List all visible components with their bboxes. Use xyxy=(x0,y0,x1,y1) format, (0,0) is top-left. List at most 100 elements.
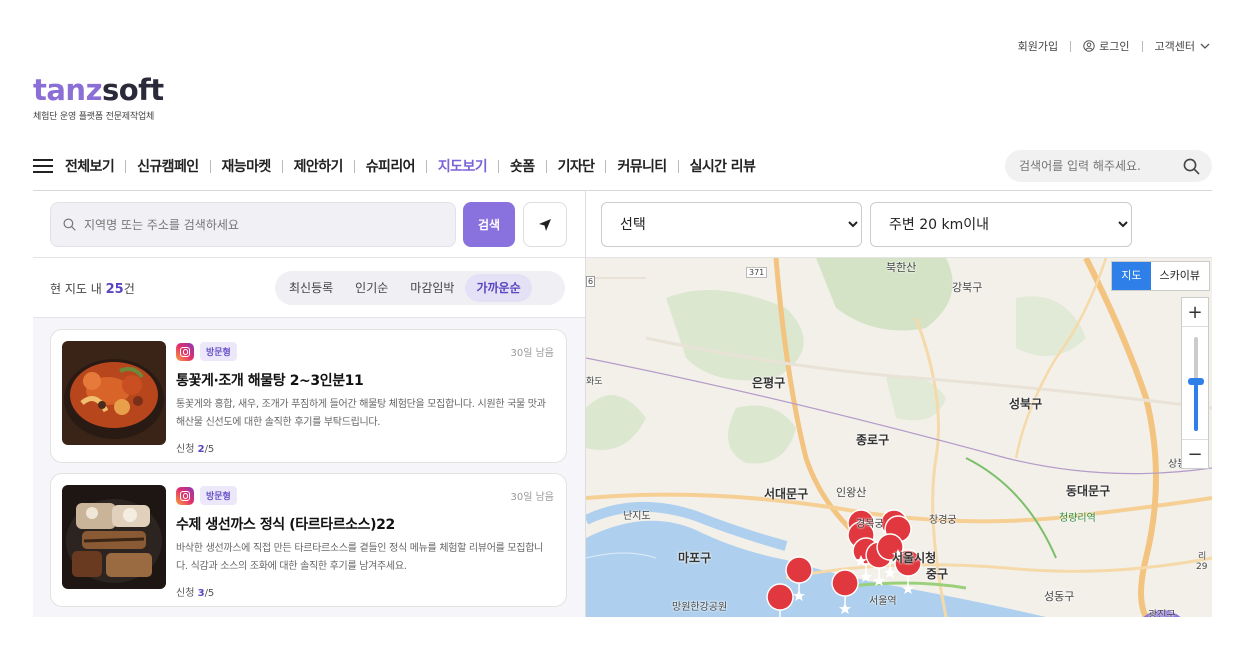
map-label: 서대문구 xyxy=(764,487,809,501)
campaign-list: 현 지도 내 25건 최신등록 인기순 마감임박 가까운순 방문형 30일 남음… xyxy=(33,258,585,617)
zoom-slider[interactable] xyxy=(1182,326,1208,440)
apply-label: 신청 xyxy=(176,588,195,599)
map-view[interactable]: 북한산 강북구 371 6 화도 은평구 성북구 종로구 서대문구 인왕산 동대… xyxy=(586,258,1212,617)
nav-menu: 전체보기 신규캠페인 재능마켓 제안하기 슈피리어 지도보기 숏폼 기자단 커뮤니티 실시간 리뷰 xyxy=(65,150,756,182)
nav-item[interactable]: 재능마켓 xyxy=(222,156,272,176)
login-link[interactable]: 로그인 xyxy=(1083,38,1130,54)
list-toolbar: 현 지도 내 25건 최신등록 인기순 마감임박 가까운순 xyxy=(33,258,585,318)
campaign-description: 통꽃게와 홍합, 새우, 조개가 푸짐하게 들어간 해물탕 체험단을 모집합니다… xyxy=(176,399,546,428)
current-location-button[interactable] xyxy=(523,202,567,247)
nav-divider xyxy=(209,159,211,173)
logo-part1: tanz xyxy=(33,73,102,107)
campaign-thumbnail xyxy=(62,341,166,445)
logo-tagline: 체험단 운영 플랫폼 전문제작업체 xyxy=(33,112,155,122)
map-label: 성북구 xyxy=(1009,397,1043,411)
instagram-icon xyxy=(176,486,194,505)
hamburger-menu-icon[interactable] xyxy=(33,159,53,173)
login-label: 로그인 xyxy=(1099,40,1130,53)
zoom-slider-handle[interactable] xyxy=(1188,378,1204,385)
support-label: 고객센터 xyxy=(1154,40,1195,53)
campaign-card[interactable]: 방문형 30일 남음 통꽃게·조개 해물탕 2~3인분11 통꽃게와 홍합, 새… xyxy=(50,329,567,463)
navigation-arrow-icon xyxy=(539,218,551,231)
search-icon[interactable] xyxy=(1183,158,1200,175)
nav-divider xyxy=(545,159,547,173)
location-search-box xyxy=(50,202,456,247)
signup-link[interactable]: 회원가입 xyxy=(1018,38,1058,54)
campaign-title[interactable]: 수제 생선까스 정식 (타르타르소스)22 xyxy=(176,514,554,534)
campaign-type-badge: 방문형 xyxy=(200,342,237,361)
map-label: 강북구 xyxy=(952,281,983,294)
nav-item[interactable]: 슈피리어 xyxy=(366,156,416,176)
location-search-input[interactable] xyxy=(84,217,424,232)
location-search-row: 검색 xyxy=(33,191,585,258)
campaign-info: 방문형 30일 남음 통꽃게·조개 해물탕 2~3인분11 통꽃게와 홍합, 새… xyxy=(176,342,554,455)
nav-item[interactable]: 커뮤니티 xyxy=(617,156,667,176)
campaign-thumbnail xyxy=(62,485,166,589)
total-count: /5 xyxy=(204,444,215,455)
global-search-input[interactable] xyxy=(1019,159,1169,173)
nav-divider xyxy=(677,159,679,173)
list-panel: 검색 현 지도 내 25건 최신등록인기순마감임박가까운순 xyxy=(33,191,586,617)
nav-item[interactable]: 기자단 xyxy=(558,156,595,176)
map-label: 은평구 xyxy=(752,376,786,390)
zoom-out-button[interactable]: − xyxy=(1182,440,1208,468)
map-label: 난지도 xyxy=(623,511,651,522)
campaign-info: 방문형 30일 남음 수제 생선까스 정식 (타르타르소스)22 바삭한 생선까… xyxy=(176,486,554,599)
map-label: 화도 xyxy=(586,377,603,387)
global-search xyxy=(1005,150,1212,182)
map-label: 서울시청 xyxy=(892,551,937,565)
map-label: 창경궁 xyxy=(929,515,957,526)
map-type-map[interactable]: 지도 xyxy=(1112,262,1151,290)
map-label: 인왕산 xyxy=(836,486,867,499)
nav-divider xyxy=(353,159,355,173)
map-type-toggle: 지도 스카이뷰 xyxy=(1111,261,1210,291)
map-panel: 선택 주변 20 km이내 북한산 강북구 371 6 화도 은평구 성북구 종… xyxy=(586,191,1212,617)
radius-select[interactable]: 주변 20 km이내 xyxy=(870,202,1132,247)
days-left: 30일 남음 xyxy=(510,492,554,503)
zoom-in-button[interactable]: + xyxy=(1182,298,1208,326)
nav-divider xyxy=(281,159,283,173)
nav-item[interactable]: 신규캠페인 xyxy=(137,156,199,176)
nav-item[interactable]: 숏폼 xyxy=(510,156,535,176)
sort-tabs: 최신등록 인기순 마감임박 가까운순 xyxy=(275,271,565,305)
region-select[interactable]: 선택 xyxy=(601,202,862,247)
application-count: 신청 3/5 xyxy=(176,584,554,599)
map-type-skyview[interactable]: 스카이뷰 xyxy=(1151,262,1209,290)
logo-wordmark: tanzsoft xyxy=(33,76,164,105)
sort-tab[interactable]: 가까운순 xyxy=(465,274,532,302)
map-label: 동대문구 xyxy=(1066,484,1111,498)
map-label: 리 xyxy=(1198,552,1207,562)
nav-item[interactable]: 실시간 리뷰 xyxy=(690,156,756,176)
nav-item[interactable]: 제안하기 xyxy=(294,156,344,176)
nav-divider xyxy=(498,159,500,173)
sort-tab[interactable]: 최신등록 xyxy=(278,274,344,302)
campaign-description: 바삭한 생선까스에 직접 만든 타르타르소스를 곁들인 정식 메뉴를 체험할 리… xyxy=(176,543,543,572)
support-menu[interactable]: 고객센터 xyxy=(1155,38,1210,54)
days-left: 30일 남음 xyxy=(510,348,554,359)
divider xyxy=(1070,40,1072,52)
sort-tab[interactable]: 마감임박 xyxy=(399,274,465,302)
map-label: 망원한강공원 xyxy=(672,602,728,613)
campaign-title[interactable]: 통꽃게·조개 해물탕 2~3인분11 xyxy=(176,370,554,390)
map-label: 경복궁 xyxy=(856,519,884,530)
utility-bar: 회원가입 로그인 고객센터 xyxy=(1018,38,1210,54)
road-number: 6 xyxy=(586,276,596,287)
site-logo[interactable]: tanzsoft 체험단 운영 플랫폼 전문제작업체 xyxy=(33,76,164,123)
count-suffix: 건 xyxy=(123,282,135,296)
sort-tab[interactable]: 인기순 xyxy=(344,274,399,302)
applied-count: 2 xyxy=(197,444,205,455)
divider xyxy=(1141,40,1143,52)
count-prefix: 현 지도 내 xyxy=(50,282,102,296)
campaign-card[interactable]: 방문형 30일 남음 수제 생선까스 정식 (타르타르소스)22 바삭한 생선까… xyxy=(50,473,567,607)
nav-item[interactable]: 전체보기 xyxy=(65,156,115,176)
road-number: 371 xyxy=(746,267,768,278)
search-icon xyxy=(63,218,76,231)
location-search-button[interactable]: 검색 xyxy=(463,202,515,247)
nav-item[interactable]: 지도보기 xyxy=(438,156,488,176)
apply-label: 신청 xyxy=(176,444,195,455)
map-label: 종로구 xyxy=(856,433,890,447)
instagram-icon xyxy=(176,342,194,361)
map-label: 성동구 xyxy=(1044,590,1075,603)
nav-divider xyxy=(425,159,427,173)
map-label: 29 xyxy=(1196,562,1208,572)
